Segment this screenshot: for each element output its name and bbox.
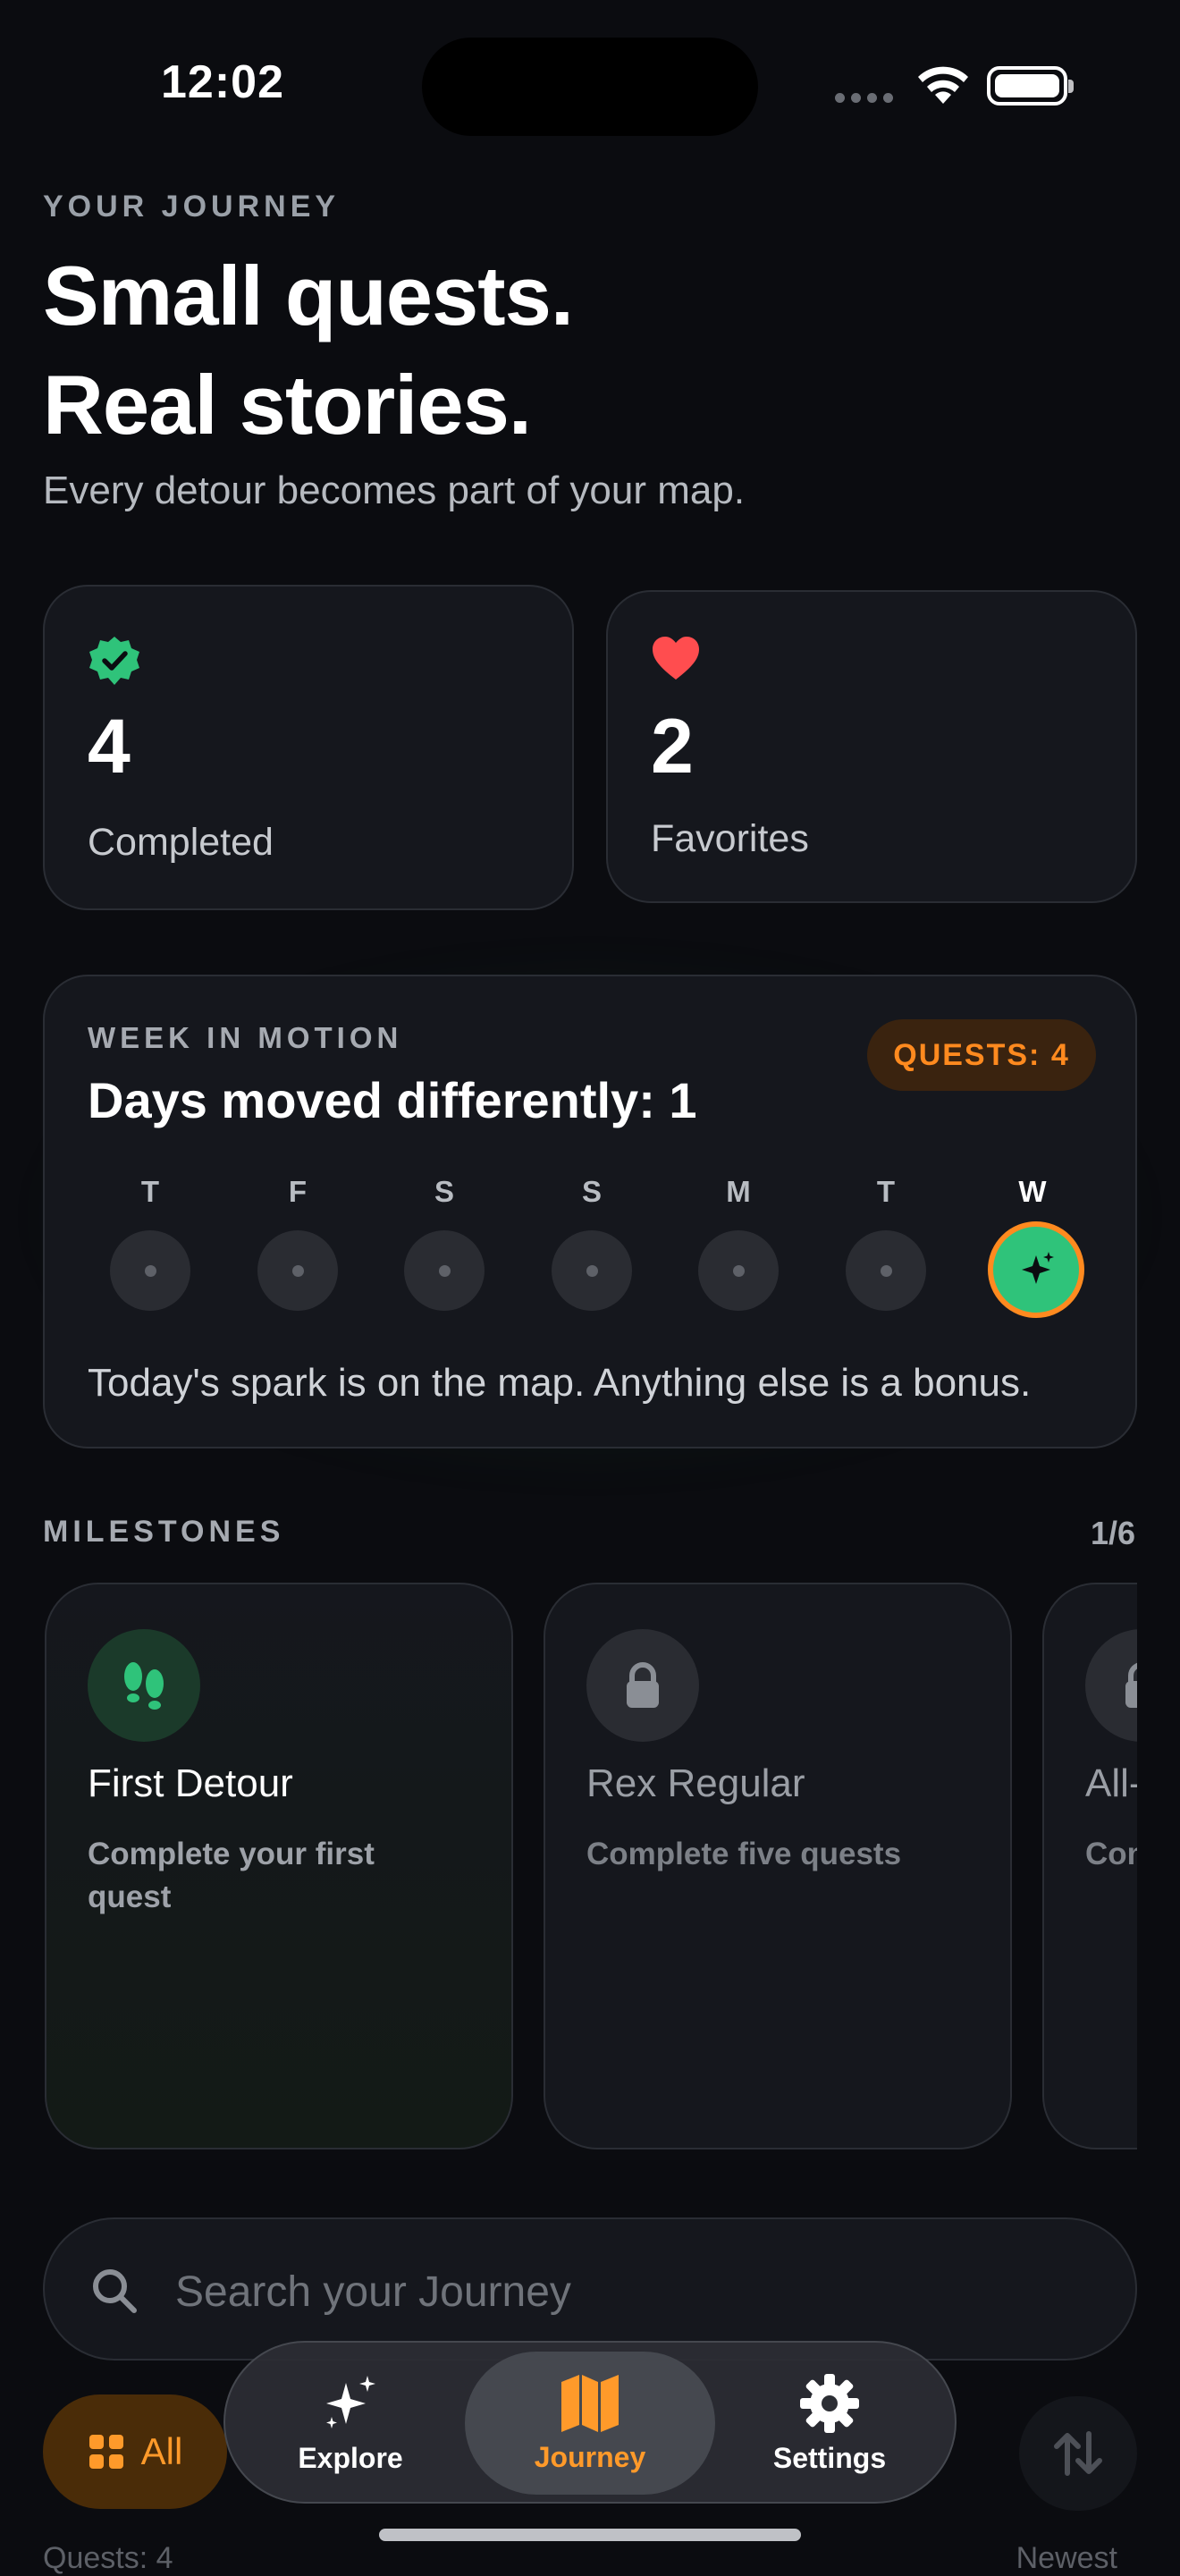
stat-value: 2 [651,704,694,790]
day-indicator [846,1230,926,1311]
lock-icon [627,1662,659,1708]
home-indicator[interactable] [379,2529,801,2541]
tab-label: Explore [298,2441,403,2474]
section-eyebrow: YOUR JOURNEY [43,190,341,224]
sort-arrows-icon [1054,2431,1102,2476]
grid-icon [88,2435,123,2469]
day-indicator [404,1230,485,1311]
heart-icon [653,637,699,680]
milestone-description: Complete your first quest [88,1837,375,1914]
day-today-wednesday[interactable]: W [988,1175,1084,1318]
filter-chip-label: All [140,2430,183,2472]
quests-badge: QUESTS: 4 [867,1019,1096,1091]
gear-icon [800,2373,859,2433]
milestone-card-partial[interactable]: All- Com [1042,1583,1137,2149]
quests-count-label: Quests: 4 [43,2541,173,2575]
stat-label: Favorites [651,817,809,860]
stat-value: 4 [88,704,131,790]
tab-explore[interactable]: Explore [225,2352,476,2495]
dynamic-island [422,38,758,136]
milestone-icon-bg [586,1629,699,1742]
tab-label: Journey [534,2440,646,2473]
milestone-icon-bg [88,1629,200,1742]
stat-label: Completed [88,821,274,864]
wifi-icon [918,66,968,104]
milestone-icon-bg [1085,1629,1137,1742]
page-title: Small quests. Real stories. [43,241,574,460]
day-indicator [552,1230,632,1311]
footprints-icon [124,1662,164,1710]
title-line-2: Real stories. [43,358,532,452]
day-label: M [726,1175,751,1208]
milestone-description: Com [1085,1837,1137,1871]
battery-icon [987,66,1074,106]
week-title: Days moved differently: 1 [88,1072,697,1128]
milestone-title: Rex Regular [586,1761,805,1805]
day-label: S [581,1175,602,1208]
milestone-description: Complete five quests [586,1837,902,1871]
journey-search-bar[interactable] [43,2217,1137,2361]
stat-card-favorites[interactable]: 2 Favorites [606,590,1137,903]
milestone-card-rex-regular[interactable]: Rex Regular Complete five quests [544,1583,1012,2149]
tab-label: Settings [772,2441,887,2474]
day-monday[interactable]: M [694,1175,783,1311]
sort-order-label: Newest [1016,2541,1117,2575]
milestones-carousel[interactable]: First Detour Complete your first quest R… [43,1583,1137,2153]
milestones-heading: MILESTONES [43,1515,285,1549]
verified-badge-icon [89,637,139,685]
day-label: F [288,1175,308,1208]
sparkle-icon [1022,1252,1054,1284]
cellular-signal-icon [835,93,893,103]
week-eyebrow: WEEK IN MOTION [88,1021,403,1054]
day-label: S [434,1175,454,1208]
day-label: W [1018,1175,1047,1208]
search-icon [93,2269,137,2313]
day-sunday[interactable]: S [547,1175,636,1311]
day-tuesday-2[interactable]: T [841,1175,931,1311]
search-input[interactable] [173,2255,1071,2328]
milestone-title: All- [1085,1761,1137,1805]
map-icon [561,2374,619,2432]
sort-button[interactable] [1019,2396,1137,2511]
milestone-title: First Detour [88,1761,293,1805]
page-subtitle: Every detour becomes part of your map. [43,469,746,512]
title-line-1: Small quests. [43,249,574,342]
stat-card-completed[interactable]: 4 Completed [43,585,574,910]
day-wednesday[interactable]: F [253,1175,342,1311]
week-in-motion-card: WEEK IN MOTION Days moved differently: 1… [43,975,1137,1448]
day-saturday[interactable]: S [400,1175,489,1311]
status-time: 12:02 [161,56,284,108]
week-note: Today's spark is on the map. Anything el… [88,1361,1032,1405]
spark-indicator [988,1221,1084,1318]
day-indicator [257,1230,338,1311]
milestone-card-first-detour[interactable]: First Detour Complete your first quest [45,1583,513,2149]
tab-journey[interactable]: Journey [465,2352,715,2495]
day-indicator [110,1230,190,1311]
tab-settings[interactable]: Settings [704,2352,955,2495]
filter-chip-all[interactable]: All [43,2394,227,2509]
day-indicator [698,1230,779,1311]
day-tuesday[interactable]: T [105,1175,195,1311]
milestones-count: 1/6 [1090,1515,1135,1551]
day-label: T [140,1175,160,1208]
tab-bar: Explore Journey Settings [223,2341,957,2504]
lock-icon [1125,1662,1137,1708]
sparkles-icon [326,2375,375,2428]
day-label: T [876,1175,896,1208]
